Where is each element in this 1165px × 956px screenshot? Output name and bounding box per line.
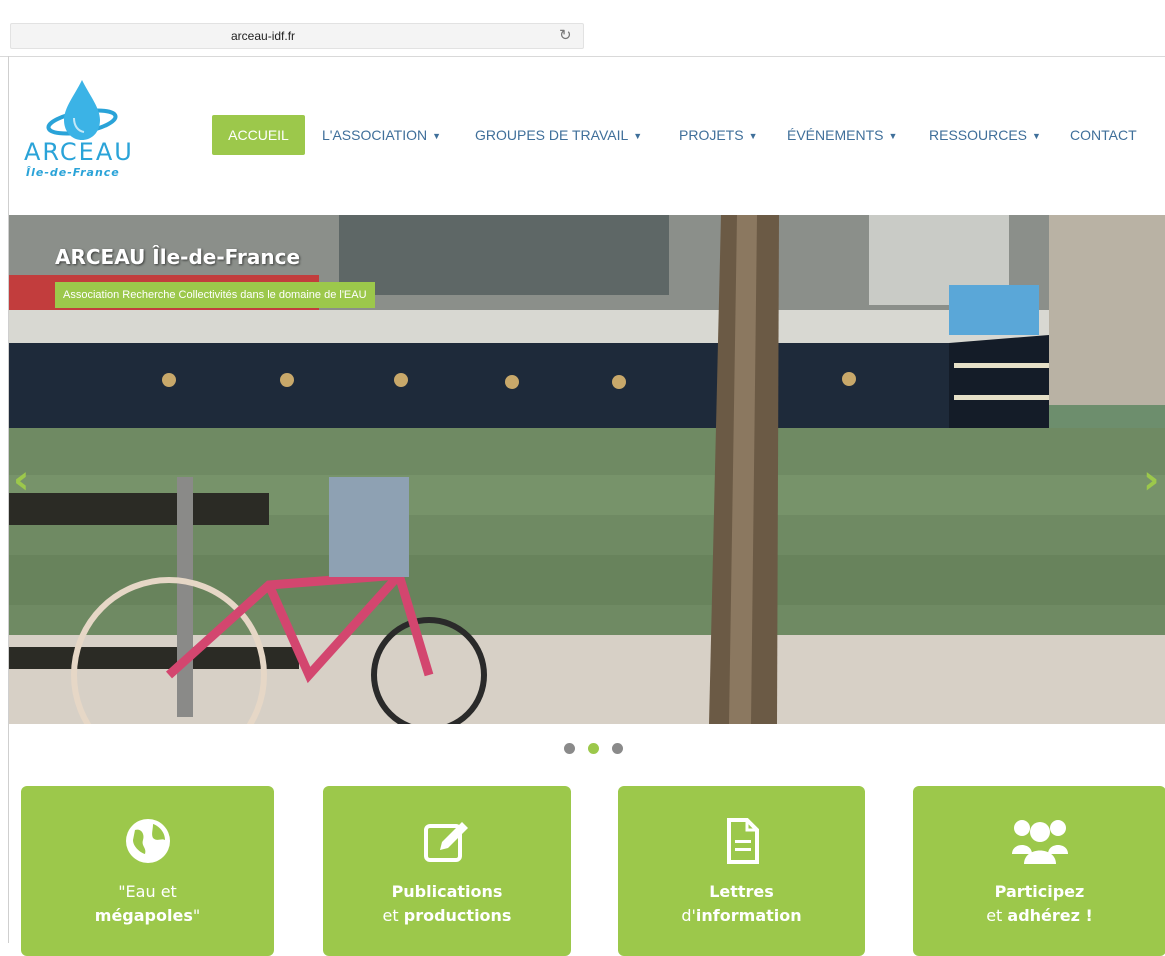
reload-icon[interactable]: ↻ [559, 26, 572, 44]
caret-down-icon: ▼ [888, 131, 898, 141]
nav-label-groupes: GROUPES DE TRAVAIL [475, 127, 629, 143]
feature-line1: Publications [391, 882, 503, 901]
feature-lettres[interactable]: Lettres d'information [618, 786, 865, 956]
edit-icon [422, 816, 472, 866]
feature-line2-bold: mégapoles [94, 906, 193, 925]
address-bar[interactable]: arceau-idf.fr ↻ [10, 23, 584, 49]
feature-publications[interactable]: Publications et productions [323, 786, 571, 956]
feature-line2: et productions [323, 906, 571, 925]
slider-dot-3[interactable] [612, 743, 623, 754]
feature-line2: mégapoles" [21, 906, 274, 925]
nav-item-projets[interactable]: PROJETS ▼ [679, 115, 758, 155]
nav-label-projets: PROJETS [679, 127, 744, 143]
slide-title: ARCEAU Île-de-France [55, 245, 301, 269]
slider-prev-button[interactable]: ‹ [13, 460, 29, 500]
feature-line1: Lettres [709, 882, 774, 901]
feature-line1: Participez [994, 882, 1085, 901]
feature-line2: d'information [618, 906, 865, 925]
site-logo[interactable]: ARCEAU Île-de-France [24, 78, 154, 188]
feature-line1: "Eau et [118, 882, 177, 901]
slide-subtitle: Association Recherche Collectivités dans… [55, 282, 375, 308]
feature-line2-pre: d' [681, 906, 696, 925]
feature-participez[interactable]: Participez et adhérez ! [913, 786, 1165, 956]
slider-dot-1[interactable] [564, 743, 575, 754]
url-text[interactable]: arceau-idf.fr [231, 29, 295, 43]
slider-next-button[interactable]: › [1143, 460, 1159, 500]
nav-item-ressources[interactable]: RESSOURCES ▼ [929, 115, 1041, 155]
nav-item-association[interactable]: L'ASSOCIATION ▼ [322, 115, 441, 155]
nav-label-evenements: ÉVÉNEMENTS [787, 127, 884, 143]
nav-label-ressources: RESSOURCES [929, 127, 1028, 143]
logo-name: ARCEAU [24, 138, 134, 166]
caret-down-icon: ▼ [432, 131, 442, 141]
nav-item-contact[interactable]: CONTACT [1070, 115, 1137, 155]
feature-eau-megapoles[interactable]: "Eau et mégapoles" [21, 786, 274, 956]
feature-line2-pre: et [382, 906, 404, 925]
feature-line2: et adhérez ! [913, 906, 1165, 925]
caret-down-icon: ▼ [633, 131, 643, 141]
feature-line2-rest: " [192, 906, 201, 925]
slider-dot-2[interactable] [588, 743, 599, 754]
nav-label-association: L'ASSOCIATION [322, 127, 428, 143]
feature-line2-bold: information [695, 906, 802, 925]
nav-item-accueil[interactable]: ACCUEIL [212, 115, 305, 155]
hero-slider[interactable]: ARCEAU Île-de-France Association Recherc… [9, 215, 1165, 724]
caret-down-icon: ▼ [748, 131, 758, 141]
logo-subtitle: Île-de-France [26, 166, 120, 179]
caret-down-icon: ▼ [1032, 131, 1041, 141]
feature-line2-bold: productions [403, 906, 512, 925]
browser-toolbar: arceau-idf.fr ↻ [0, 0, 1165, 57]
feature-line2-pre: et [986, 906, 1008, 925]
globe-icon [123, 816, 173, 866]
nav-item-groupes[interactable]: GROUPES DE TRAVAIL ▼ [475, 115, 642, 155]
feature-line2-bold: adhérez ! [1007, 906, 1093, 925]
document-icon [717, 816, 767, 866]
nav-label-accueil: ACCUEIL [228, 127, 289, 143]
nav-label-contact: CONTACT [1070, 127, 1137, 143]
users-icon [1010, 816, 1070, 866]
nav-item-evenements[interactable]: ÉVÉNEMENTS ▼ [787, 115, 897, 155]
